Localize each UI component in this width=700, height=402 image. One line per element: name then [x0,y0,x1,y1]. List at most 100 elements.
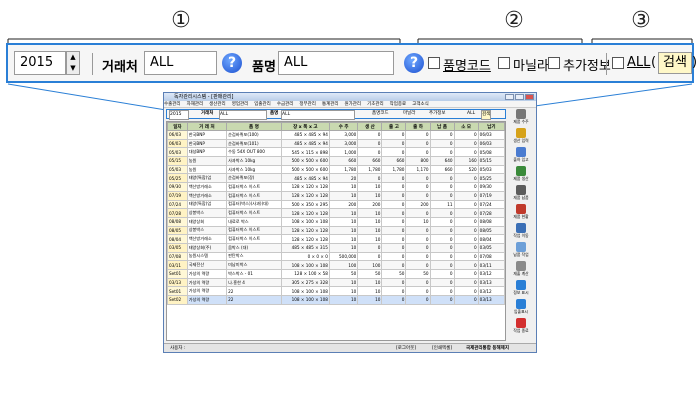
table-cell: 06/03 [167,138,188,149]
column-header[interactable]: 납기 [477,122,505,131]
column-header[interactable]: 출 하 [405,122,431,131]
sidebar-item[interactable]: 제품 생산 [508,166,534,184]
logout-button[interactable]: [로그아웃] [396,344,416,352]
sidebar-item[interactable]: 입출표시 [508,299,534,317]
table-row[interactable]: 08/05 상봉박스 컴퓨터박스 이스트 128 × 120 × 128 10 10 0 0 0… [167,225,505,236]
column-header[interactable]: 거 래 처 [186,122,228,131]
year-spinner[interactable]: ▲ ▼ [66,51,80,75]
table-row[interactable]: 08/04 백산방거래소 컴퓨터박스 이스트 128 × 120 × 128 10 10 0… [167,234,505,244]
table-row[interactable]: 03/05 태양상회(주) 움박스 (대) 485 × 485 × 315 10 0 0 0 0… [167,242,505,253]
app-year-input[interactable]: 2015 [169,110,189,120]
table-row[interactable]: 03/11 국제전산 미남미박스 108 × 100 × 108 100 100 0 0 0 0 0… [167,260,505,270]
table-cell: 태양(특합)업 [186,173,228,184]
table-row[interactable]: Set01 가성의 역량 박스박스 - 01 128 × 100 × 58 50 50 50… [167,269,505,279]
print-excel-button[interactable]: [인쇄엑셀] [432,344,452,352]
product-help-icon[interactable]: ? [404,53,424,73]
app-search-button[interactable]: 검색 [481,110,492,120]
table-cell: 가성의 역량 [186,269,228,279]
menu-item[interactable]: 수금관리 [277,102,294,107]
table-cell: 100 [328,260,359,270]
table-row[interactable]: 05/15 농원 사과박스 10kg 500 × 500 × 600 660 660 660… [167,156,505,166]
deadline-checkbox[interactable] [498,57,510,69]
sidebar-item[interactable]: 재품 현황 [508,204,534,222]
sidebar-item[interactable]: 납품 작업 [508,242,534,260]
table-row[interactable]: 07/28 상봉박스 컴퓨터박스 이스트 128 × 120 × 128 10 10 0 0 0… [167,208,505,218]
app-deadline-label[interactable]: 마닐라 [403,110,415,118]
table-cell: Set01 [167,269,188,279]
close-button[interactable] [525,94,534,100]
sidebar-item[interactable]: 정보 표시 [508,280,534,298]
table-row[interactable]: 06/03 한국BNP 순검바퀴포(100) 485 × 485 × 94 3,000 0… [167,130,505,140]
callout-2: ② [504,8,524,33]
menu-item[interactable]: 영업관리 [232,102,249,107]
table-row[interactable]: 07/24 태양(특합)업 컴퓨터(박스)(사과)(대) 500 × 350 × 29… [167,199,505,210]
minimize-button[interactable] [505,94,514,100]
menu-item[interactable]: 정부관리 [299,102,316,107]
app-product-label: 품명 [270,111,279,116]
app-all-label[interactable]: ALL [467,110,475,118]
customer-input[interactable]: ALL [144,51,217,75]
table-row[interactable]: 06/03 한국BNP 순검바퀴포(101) 485 × 485 × 94 3,000 0… [167,138,505,149]
menu-item[interactable]: 기초관리 [367,102,384,107]
sidebar-item[interactable]: 작업 이동 [508,223,534,241]
table-cell: 박스박스 - 01 [226,269,282,279]
table-cell: 03/13 [477,277,505,288]
column-header[interactable]: 장 x 폭 x 고 [280,122,330,131]
table-row[interactable]: 03/13 가성의 역량 나.흥한 4 305 × 275 × 328 10 10 0 0 0 0… [167,277,505,288]
sidebar-item[interactable]: 제품 수주 [508,109,534,127]
table-cell: 03/12 [477,269,505,279]
product-input[interactable]: ALL [278,51,394,75]
table-row[interactable]: Set02 가성의 역량 22 108 × 100 × 108 10 10 0 0 0 0 03/1… [167,295,505,305]
table-cell: 200 [328,199,359,210]
sidebar-item[interactable]: 출하 입고 [508,147,534,165]
table-row[interactable]: 05/25 태양(특합)업 순검바퀴포(장) 485 × 485 × 94 20 0 0 0 0… [167,173,505,184]
table-cell: 나.흥한 4 [226,277,282,288]
table-row[interactable]: 08/08 태양상회 내료로 박스 108 × 100 × 108 10 10 0 10 0 0 0… [167,216,505,227]
column-header[interactable]: 납 품 [429,122,455,131]
table-cell: 10 [357,234,383,244]
table-cell: 0 [405,286,431,297]
table-row[interactable]: 05/03 대성BNP 수동 54X OUT 800 545 × 115 × 898 1… [167,147,505,158]
app-product-code-label[interactable]: 품명코드 [372,110,389,118]
table-cell: 03/13 [477,295,505,305]
product-code-checkbox[interactable] [428,57,440,69]
column-header[interactable]: 생 산 [357,122,383,131]
table-row[interactable]: 09/30 백산방거래소 컴퓨터박스 이스트 128 × 120 × 128 10 10 0… [167,182,505,192]
app-product-input[interactable]: ALL [281,110,355,120]
table-cell: 가성의 역량 [186,295,228,305]
column-header[interactable]: 출 고 [381,122,407,131]
menu-item[interactable]: 수출관리 [164,102,181,107]
table-cell: 사과박스 10kg [226,156,282,166]
app-extra-info-label[interactable]: 추가정보 [429,110,446,118]
table-row[interactable]: 07/08 농원시스템 판탄박스 0 × 0 × 0 500,000 0 0 0 0 0 07/08 [167,251,505,262]
menu-item[interactable]: 통계관리 [322,102,339,107]
search-button[interactable]: 검색 [658,52,692,74]
menu-item[interactable]: 입출관리 [254,102,271,107]
table-cell: 09/30 [167,182,188,192]
column-header[interactable]: 일자 [167,122,188,131]
table-row[interactable]: 07/19 백산방거래소 컴퓨터박스 이스트 128 × 120 × 128 10 10 0… [167,190,505,201]
table-cell: 660 [381,156,407,166]
sidebar-item[interactable]: 재출 계산 [508,261,534,279]
menu-item[interactable]: 고객소식 [412,102,429,107]
sidebar-label: 출하 입고 [513,157,529,162]
table-row[interactable]: 05/03 농원 사과박스 10kg 500 × 500 × 600 1,780 1,78… [167,164,505,175]
column-header[interactable]: 소 모 [453,122,479,131]
menu-item[interactable]: 자재관리 [187,102,204,107]
table-cell: 0 [381,242,407,253]
menu-item[interactable]: 생산관리 [209,102,226,107]
sidebar-item[interactable]: 재품 납품 [508,185,534,203]
all-checkbox[interactable] [612,57,624,69]
customer-help-icon[interactable]: ? [222,53,242,73]
app-customer-input[interactable]: ALL [219,110,267,120]
column-header[interactable]: 품 명 [226,122,282,131]
sidebar-item[interactable]: 생산 입력 [508,128,534,146]
menu-item[interactable]: 원가관리 [345,102,362,107]
extra-info-checkbox[interactable] [548,57,560,69]
year-input[interactable]: 2015 [14,51,66,75]
maximize-button[interactable] [515,94,524,100]
sidebar-item[interactable]: 작업 종료 [508,318,534,336]
table-row[interactable]: Set01 가성의 역량 22 108 × 100 × 108 10 10 0 0 0 0 03/1… [167,286,505,297]
column-header[interactable]: 수 주 [328,122,359,131]
menu-item[interactable]: 작업종료 [390,102,407,107]
